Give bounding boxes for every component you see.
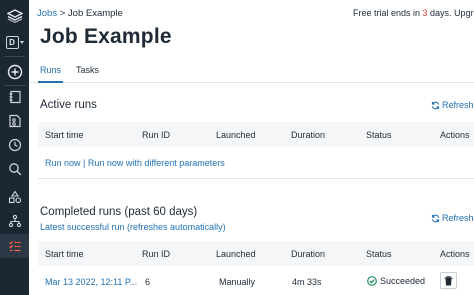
column-header-run-id: Run ID — [142, 130, 171, 140]
column-header-actions: Actions — [440, 249, 470, 259]
trial-prefix: Free trial ends in — [353, 8, 423, 18]
column-header-status: Status — [366, 249, 392, 259]
active-tab-indicator — [38, 81, 63, 83]
run-now-links: Run now | Run now with different paramet… — [45, 158, 225, 168]
column-header-actions: Actions — [440, 130, 470, 140]
column-header-start-time: Start time — [45, 130, 84, 140]
sidebar: D — [0, 0, 29, 295]
sidebar-divider — [4, 56, 25, 57]
refresh-icon — [431, 214, 440, 222]
repos-icon[interactable] — [0, 109, 29, 133]
column-header-launched: Launched — [216, 130, 256, 140]
breadcrumb-separator: > — [59, 8, 66, 19]
search-icon[interactable] — [0, 157, 29, 181]
tab-runs[interactable]: Runs — [40, 65, 61, 75]
completed-runs-table-header: Start time Run ID Launched Duration Stat… — [38, 241, 474, 266]
column-header-run-id: Run ID — [142, 249, 171, 259]
compute-icon[interactable] — [0, 209, 29, 233]
chevron-down-icon — [19, 40, 24, 44]
run-now-link[interactable]: Run now — [45, 158, 81, 168]
column-header-status: Status — [366, 130, 392, 140]
latest-successful-run-text[interactable]: Latest successful run (refreshes automat… — [40, 222, 226, 232]
trial-banner: Free trial ends in 3 days. Upgrade — [353, 8, 474, 18]
latest-successful-run-link: Latest successful run (refreshes automat… — [40, 222, 226, 232]
active-runs-title: Active runs — [40, 99, 97, 111]
trash-icon — [444, 275, 453, 285]
status-badge: Succeeded — [367, 276, 425, 286]
active-runs-refresh-button[interactable]: Refresh — [431, 100, 474, 110]
delete-run-button[interactable] — [440, 272, 457, 289]
breadcrumb-current: Job Example — [67, 8, 123, 19]
run-now-with-parameters-link[interactable]: Run now with different parameters — [88, 158, 225, 168]
notebook-icon[interactable] — [0, 85, 29, 109]
run-start-time-link[interactable]: Mar 13 2022, 12:11 P... — [45, 277, 137, 287]
tab-tasks[interactable]: Tasks — [76, 65, 99, 75]
run-launched: Manually — [219, 277, 256, 287]
completed-runs-title: Completed runs (past 60 days) — [40, 206, 198, 218]
section-divider — [38, 178, 474, 179]
column-header-duration: Duration — [291, 130, 326, 140]
workspace-switcher-box: D — [5, 35, 24, 49]
stack-logo-icon[interactable] — [0, 4, 29, 28]
shapes-icon[interactable] — [0, 185, 29, 209]
trial-suffix[interactable]: days. Upgrade — [428, 8, 474, 18]
run-duration: 4m 33s — [292, 277, 322, 287]
jobs-icon[interactable] — [0, 234, 29, 258]
refresh-icon — [431, 101, 440, 109]
active-runs-table-header: Start time Run ID Launched Duration Stat… — [38, 122, 474, 147]
workspace-letter: D — [5, 35, 19, 49]
refresh-label: Refresh — [442, 100, 474, 110]
column-header-duration: Duration — [291, 249, 326, 259]
tab-bar: Runs Tasks — [29, 59, 474, 83]
column-header-start-time: Start time — [45, 249, 84, 259]
column-header-launched: Launched — [216, 249, 256, 259]
breadcrumb: Jobs > Job Example — [37, 8, 123, 19]
create-plus-icon[interactable] — [0, 60, 29, 84]
workspace-switcher[interactable]: D — [0, 30, 29, 54]
breadcrumb-jobs-link[interactable]: Jobs — [37, 8, 57, 19]
status-text: Succeeded — [380, 276, 426, 286]
link-separator: | — [83, 158, 86, 168]
refresh-label: Refresh — [442, 213, 474, 223]
page-title: Job Example — [40, 25, 172, 48]
history-icon[interactable] — [0, 133, 29, 157]
main-content: Jobs > Job Example Free trial ends in 3 … — [29, 0, 474, 295]
check-circle-icon — [367, 276, 377, 286]
run-id: 6 — [145, 277, 151, 287]
completed-runs-refresh-button[interactable]: Refresh — [431, 213, 474, 223]
